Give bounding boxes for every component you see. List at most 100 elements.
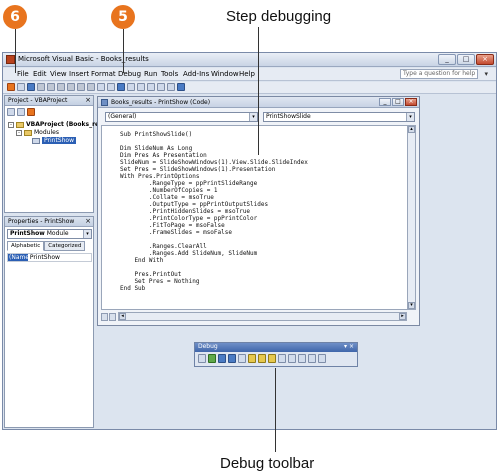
- debug-toolbar-title: Debug ▾ ×: [195, 343, 357, 352]
- help-icon[interactable]: [177, 83, 185, 91]
- project-explorer-panel: Project - VBAProject × - VBAProject (Book…: [4, 95, 107, 213]
- scroll-right-icon[interactable]: ▸: [399, 313, 406, 320]
- code-line: End With: [120, 257, 164, 264]
- scroll-left-icon[interactable]: ◂: [119, 313, 126, 320]
- menu-window[interactable]: Window: [211, 70, 239, 78]
- procedure-dropdown[interactable]: PrintShowSlide ▾: [263, 112, 415, 122]
- chevron-down-icon[interactable]: ▾: [484, 70, 488, 78]
- immediate-window-icon[interactable]: [288, 354, 296, 363]
- code-maximize-button[interactable]: □: [392, 98, 404, 106]
- properties-panel: Properties - PrintShow × PrintShow Modul…: [4, 216, 94, 428]
- locals-window-icon[interactable]: [278, 354, 286, 363]
- collapse-icon[interactable]: -: [16, 129, 22, 136]
- properties-window-icon[interactable]: [147, 83, 155, 91]
- tree-node-project[interactable]: - VBAProject (Books_resu: [8, 121, 107, 128]
- code-line: .PrintColorType = ppPrintColor: [120, 215, 258, 222]
- design-mode-icon[interactable]: [127, 83, 135, 91]
- insert-module-icon[interactable]: [17, 83, 25, 91]
- break-icon[interactable]: [107, 83, 115, 91]
- chevron-down-icon[interactable]: ▾: [406, 113, 414, 121]
- properties-panel-title-text: Properties - PrintShow: [8, 218, 75, 225]
- menu-insert[interactable]: Insert: [69, 70, 89, 78]
- code-line: End Sub: [120, 285, 146, 292]
- object-browser-icon[interactable]: [157, 83, 165, 91]
- property-name-value[interactable]: PrintShow: [30, 254, 60, 261]
- vbe-main-window: Microsoft Visual Basic - Books_results _…: [2, 52, 497, 430]
- code-line: .Collate = msoTrue: [120, 194, 214, 201]
- view-code-icon[interactable]: [7, 108, 15, 116]
- toolbox-icon[interactable]: [167, 83, 175, 91]
- help-search-input[interactable]: Type a question for help: [400, 69, 478, 79]
- find-icon[interactable]: [67, 83, 75, 91]
- project-icon: [16, 121, 24, 128]
- scroll-down-icon[interactable]: ▾: [408, 302, 415, 309]
- project-explorer-icon[interactable]: [137, 83, 145, 91]
- tree-node-printshow[interactable]: PrintShow: [32, 137, 76, 144]
- cut-icon[interactable]: [37, 83, 45, 91]
- close-icon[interactable]: ×: [85, 217, 91, 226]
- menu-file[interactable]: File: [17, 70, 29, 78]
- code-minimize-button[interactable]: _: [379, 98, 391, 106]
- toggle-folders-icon[interactable]: [27, 108, 35, 116]
- run-icon[interactable]: [97, 83, 105, 91]
- close-icon[interactable]: ▾ ×: [344, 343, 354, 351]
- break-icon[interactable]: [218, 354, 226, 363]
- full-module-view-icon[interactable]: [109, 313, 116, 321]
- debug-toolbar-title-text: Debug: [198, 343, 218, 350]
- procedure-view-icon[interactable]: [101, 313, 108, 321]
- code-editor[interactable]: Sub PrintShowSlide() Dim SlideNum As Lon…: [101, 125, 408, 310]
- save-icon[interactable]: [27, 83, 35, 91]
- chevron-down-icon[interactable]: ▾: [249, 113, 257, 121]
- step-into-icon[interactable]: [248, 354, 256, 363]
- chevron-down-icon[interactable]: ▾: [83, 230, 91, 238]
- design-mode-icon[interactable]: [198, 354, 206, 363]
- reset-icon[interactable]: [228, 354, 236, 363]
- tree-node-modules[interactable]: - Modules: [16, 129, 59, 136]
- collapse-icon[interactable]: -: [8, 121, 14, 128]
- minimize-button[interactable]: _: [438, 54, 456, 65]
- scroll-up-icon[interactable]: ▴: [408, 126, 415, 133]
- vertical-scrollbar[interactable]: ▴ ▾: [407, 125, 416, 310]
- menu-help[interactable]: Help: [239, 70, 255, 78]
- tab-categorized[interactable]: Categorized: [44, 241, 86, 251]
- menu-view[interactable]: View: [50, 70, 67, 78]
- close-button[interactable]: ×: [476, 54, 494, 65]
- code-line: .Ranges.Add SlideNum, SlideNum: [120, 250, 258, 257]
- module-icon: [32, 137, 40, 144]
- step-over-icon[interactable]: [258, 354, 266, 363]
- call-stack-icon[interactable]: [318, 354, 326, 363]
- menu-tools[interactable]: Tools: [161, 70, 178, 78]
- menu-addins[interactable]: Add-Ins: [183, 70, 209, 78]
- horizontal-scrollbar[interactable]: ◂ ▸: [118, 312, 407, 321]
- code-line: .PrintHiddenSlides = msoTrue: [120, 208, 251, 215]
- tab-alphabetic[interactable]: Alphabetic: [7, 241, 45, 251]
- property-row-name[interactable]: (Name) PrintShow: [7, 253, 92, 262]
- menu-run[interactable]: Run: [144, 70, 157, 78]
- reset-icon[interactable]: [117, 83, 125, 91]
- view-host-app-icon[interactable]: [7, 83, 15, 91]
- redo-icon[interactable]: [87, 83, 95, 91]
- code-line: .NumberOfCopies = 1: [120, 187, 218, 194]
- run-icon[interactable]: [208, 354, 216, 363]
- toggle-breakpoint-icon[interactable]: [238, 354, 246, 363]
- object-combo[interactable]: PrintShow Module ▾: [7, 229, 92, 239]
- copy-icon[interactable]: [47, 83, 55, 91]
- watch-window-icon[interactable]: [298, 354, 306, 363]
- project-panel-title: Project - VBAProject ×: [5, 96, 93, 106]
- menu-format[interactable]: Format: [91, 70, 116, 78]
- view-object-icon[interactable]: [17, 108, 25, 116]
- close-icon[interactable]: ×: [85, 96, 91, 105]
- undo-icon[interactable]: [77, 83, 85, 91]
- menu-debug[interactable]: Debug: [118, 70, 141, 78]
- paste-icon[interactable]: [57, 83, 65, 91]
- maximize-button[interactable]: □: [457, 54, 475, 65]
- object-dropdown[interactable]: (General) ▾: [105, 112, 258, 122]
- menu-edit[interactable]: Edit: [33, 70, 47, 78]
- code-close-button[interactable]: ×: [405, 98, 417, 106]
- code-line: .FrameSlides = msoFalse: [120, 229, 232, 236]
- step-out-icon[interactable]: [268, 354, 276, 363]
- window-title: Microsoft Visual Basic - Books_results: [18, 55, 149, 63]
- printshow-module[interactable]: PrintShow: [42, 137, 76, 144]
- code-line: Dim SlideNum As Long: [120, 145, 193, 152]
- quick-watch-icon[interactable]: [308, 354, 316, 363]
